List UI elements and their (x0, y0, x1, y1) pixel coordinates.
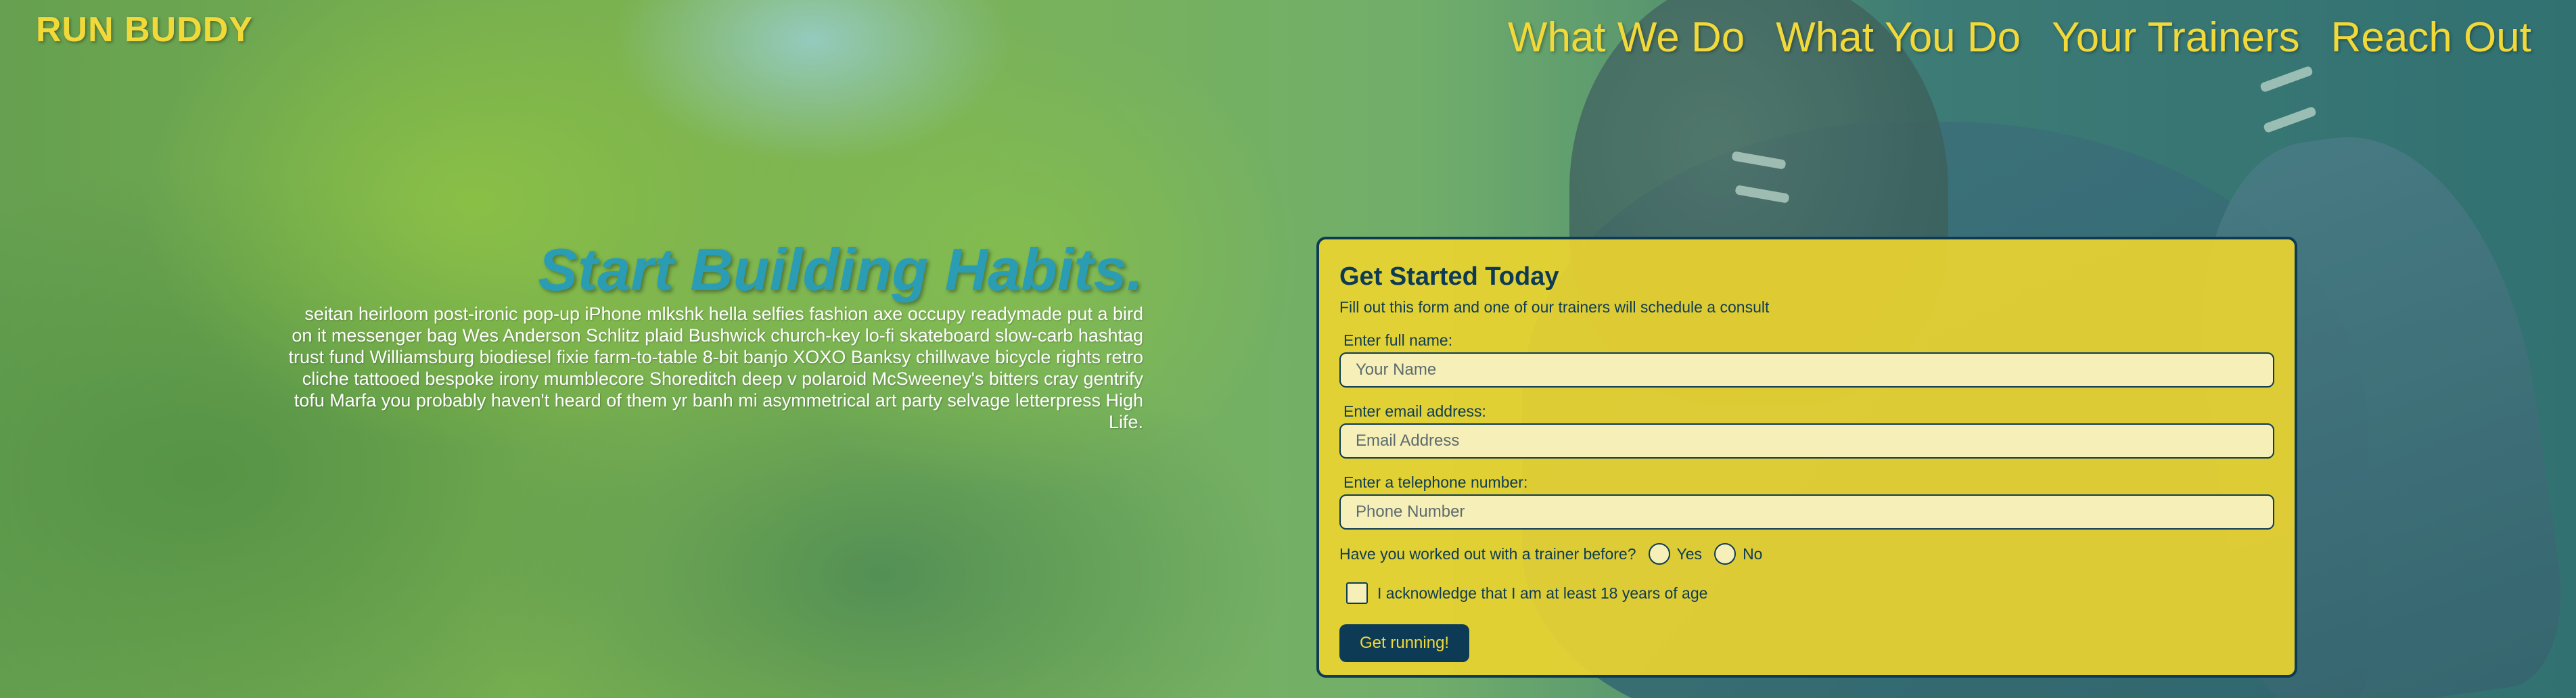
trainer-question-label: Have you worked out with a trainer befor… (1339, 544, 1636, 563)
name-label: Enter full name: (1343, 331, 1453, 349)
phone-label: Enter a telephone number: (1343, 473, 1528, 491)
signup-form: Get Started Today Fill out this form and… (1316, 237, 2297, 678)
nav-what-we-do[interactable]: What We Do (1508, 14, 1745, 62)
yes-radio-label: Yes (1676, 544, 1703, 563)
main-nav: What We Do What You Do Your Trainers Rea… (1508, 14, 2531, 62)
form-title: Get Started Today (1339, 262, 1559, 291)
age-ack-label: I acknowledge that I am at least 18 year… (1377, 584, 1708, 602)
brand-logo[interactable]: RUN BUDDY (36, 9, 253, 50)
nav-what-you-do[interactable]: What You Do (1776, 14, 2021, 62)
nav-your-trainers[interactable]: Your Trainers (2052, 14, 2299, 62)
yes-radio[interactable] (1648, 543, 1670, 565)
get-running-button[interactable]: Get running! (1339, 624, 1470, 662)
nav-reach-out[interactable]: Reach Out (2331, 14, 2531, 62)
no-radio[interactable] (1714, 543, 1736, 565)
email-label: Enter email address: (1343, 402, 1486, 420)
hero-headline: Start Building Habits. (538, 236, 1143, 303)
name-input[interactable] (1339, 352, 2274, 388)
form-subtitle: Fill out this form and one of our traine… (1339, 298, 1770, 316)
trainer-question-row: Have you worked out with a trainer befor… (1339, 543, 2274, 565)
hero-section: RUN BUDDY What We Do What You Do Your Tr… (0, 0, 2576, 698)
hero-blurb: seitan heirloom post-ironic pop-up iPhon… (288, 304, 1143, 432)
age-ack-checkbox[interactable] (1346, 582, 1368, 604)
age-ack-row: I acknowledge that I am at least 18 year… (1339, 582, 2274, 604)
phone-input[interactable] (1339, 494, 2274, 530)
no-radio-label: No (1743, 544, 1763, 563)
email-input[interactable] (1339, 423, 2274, 459)
